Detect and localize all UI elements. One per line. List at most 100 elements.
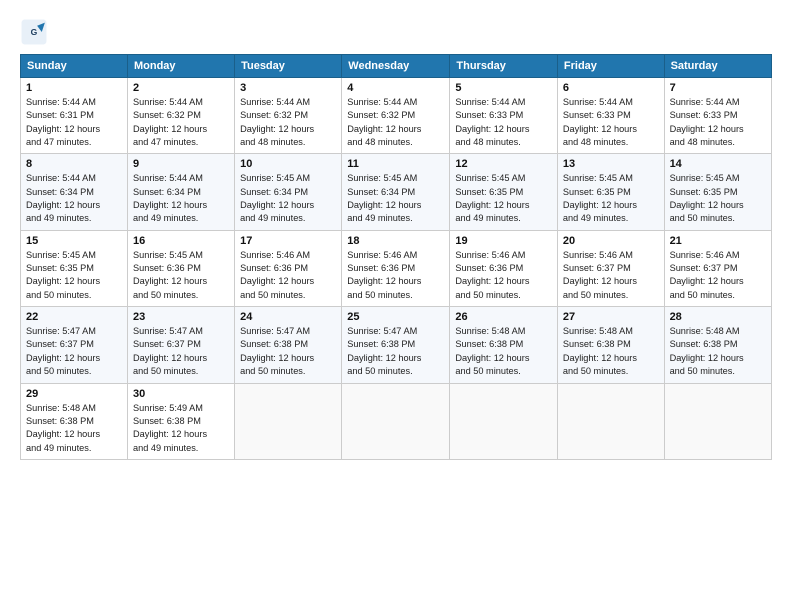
day-info: Sunrise: 5:45 AMSunset: 6:35 PMDaylight:… <box>670 173 744 223</box>
day-info: Sunrise: 5:44 AMSunset: 6:33 PMDaylight:… <box>670 97 744 147</box>
day-info: Sunrise: 5:48 AMSunset: 6:38 PMDaylight:… <box>455 326 529 376</box>
day-number: 18 <box>347 235 444 247</box>
calendar-cell: 4 Sunrise: 5:44 AMSunset: 6:32 PMDaylight… <box>342 78 450 154</box>
calendar-cell: 9 Sunrise: 5:44 AMSunset: 6:34 PMDaylight… <box>127 154 234 230</box>
day-number: 29 <box>26 388 122 400</box>
day-info: Sunrise: 5:45 AMSunset: 6:35 PMDaylight:… <box>563 173 637 223</box>
day-info: Sunrise: 5:44 AMSunset: 6:34 PMDaylight:… <box>133 173 207 223</box>
calendar: SundayMondayTuesdayWednesdayThursdayFrid… <box>20 54 772 460</box>
day-info: Sunrise: 5:44 AMSunset: 6:33 PMDaylight:… <box>455 97 529 147</box>
day-info: Sunrise: 5:47 AMSunset: 6:37 PMDaylight:… <box>133 326 207 376</box>
day-info: Sunrise: 5:44 AMSunset: 6:31 PMDaylight:… <box>26 97 100 147</box>
day-info: Sunrise: 5:49 AMSunset: 6:38 PMDaylight:… <box>133 403 207 453</box>
day-info: Sunrise: 5:45 AMSunset: 6:35 PMDaylight:… <box>26 250 100 300</box>
calendar-week-row: 29 Sunrise: 5:48 AMSunset: 6:38 PMDayligh… <box>21 383 772 459</box>
calendar-cell <box>342 383 450 459</box>
day-number: 20 <box>563 235 659 247</box>
calendar-cell: 19 Sunrise: 5:46 AMSunset: 6:36 PMDayligh… <box>450 230 558 306</box>
header: G <box>20 18 772 46</box>
calendar-week-row: 1 Sunrise: 5:44 AMSunset: 6:31 PMDaylight… <box>21 78 772 154</box>
calendar-cell: 30 Sunrise: 5:49 AMSunset: 6:38 PMDayligh… <box>127 383 234 459</box>
day-number: 4 <box>347 82 444 94</box>
day-number: 25 <box>347 311 444 323</box>
calendar-header-cell: Wednesday <box>342 55 450 78</box>
logo-icon: G <box>20 18 48 46</box>
day-number: 30 <box>133 388 229 400</box>
day-number: 9 <box>133 158 229 170</box>
calendar-cell: 5 Sunrise: 5:44 AMSunset: 6:33 PMDaylight… <box>450 78 558 154</box>
calendar-cell <box>235 383 342 459</box>
calendar-header-cell: Tuesday <box>235 55 342 78</box>
calendar-cell: 1 Sunrise: 5:44 AMSunset: 6:31 PMDaylight… <box>21 78 128 154</box>
calendar-cell: 29 Sunrise: 5:48 AMSunset: 6:38 PMDayligh… <box>21 383 128 459</box>
calendar-cell: 8Sunrise: 5:44 AMSunset: 6:34 PMDaylight… <box>21 154 128 230</box>
day-number: 27 <box>563 311 659 323</box>
day-number: 22 <box>26 311 122 323</box>
day-number: 26 <box>455 311 552 323</box>
day-info: Sunrise: 5:45 AMSunset: 6:35 PMDaylight:… <box>455 173 529 223</box>
day-number: 11 <box>347 158 444 170</box>
day-number: 21 <box>670 235 766 247</box>
day-info: Sunrise: 5:44 AMSunset: 6:32 PMDaylight:… <box>240 97 314 147</box>
calendar-header-cell: Monday <box>127 55 234 78</box>
calendar-header-cell: Saturday <box>664 55 771 78</box>
calendar-cell: 18 Sunrise: 5:46 AMSunset: 6:36 PMDayligh… <box>342 230 450 306</box>
day-number: 2 <box>133 82 229 94</box>
calendar-cell: 12 Sunrise: 5:45 AMSunset: 6:35 PMDayligh… <box>450 154 558 230</box>
day-number: 14 <box>670 158 766 170</box>
calendar-body: 1 Sunrise: 5:44 AMSunset: 6:31 PMDaylight… <box>21 78 772 460</box>
day-info: Sunrise: 5:47 AMSunset: 6:37 PMDaylight:… <box>26 326 100 376</box>
calendar-cell: 20 Sunrise: 5:46 AMSunset: 6:37 PMDayligh… <box>557 230 664 306</box>
calendar-cell: 15 Sunrise: 5:45 AMSunset: 6:35 PMDayligh… <box>21 230 128 306</box>
logo: G <box>20 18 52 46</box>
calendar-cell: 22 Sunrise: 5:47 AMSunset: 6:37 PMDayligh… <box>21 307 128 383</box>
calendar-header-row: SundayMondayTuesdayWednesdayThursdayFrid… <box>21 55 772 78</box>
calendar-header-cell: Friday <box>557 55 664 78</box>
calendar-header-cell: Sunday <box>21 55 128 78</box>
day-number: 5 <box>455 82 552 94</box>
day-number: 28 <box>670 311 766 323</box>
day-info: Sunrise: 5:45 AMSunset: 6:34 PMDaylight:… <box>240 173 314 223</box>
day-info: Sunrise: 5:48 AMSunset: 6:38 PMDaylight:… <box>26 403 100 453</box>
calendar-cell: 11Sunrise: 5:45 AMSunset: 6:34 PMDayligh… <box>342 154 450 230</box>
day-number: 13 <box>563 158 659 170</box>
day-number: 23 <box>133 311 229 323</box>
day-info: Sunrise: 5:47 AMSunset: 6:38 PMDaylight:… <box>347 326 421 376</box>
day-info: Sunrise: 5:44 AMSunset: 6:32 PMDaylight:… <box>133 97 207 147</box>
calendar-cell: 28 Sunrise: 5:48 AMSunset: 6:38 PMDayligh… <box>664 307 771 383</box>
calendar-week-row: 8Sunrise: 5:44 AMSunset: 6:34 PMDaylight… <box>21 154 772 230</box>
calendar-cell <box>664 383 771 459</box>
calendar-cell: 23 Sunrise: 5:47 AMSunset: 6:37 PMDayligh… <box>127 307 234 383</box>
day-number: 24 <box>240 311 336 323</box>
calendar-cell: 26 Sunrise: 5:48 AMSunset: 6:38 PMDayligh… <box>450 307 558 383</box>
calendar-cell: 24 Sunrise: 5:47 AMSunset: 6:38 PMDayligh… <box>235 307 342 383</box>
day-info: Sunrise: 5:46 AMSunset: 6:36 PMDaylight:… <box>455 250 529 300</box>
day-number: 10 <box>240 158 336 170</box>
calendar-cell: 25 Sunrise: 5:47 AMSunset: 6:38 PMDayligh… <box>342 307 450 383</box>
calendar-cell: 17Sunrise: 5:46 AMSunset: 6:36 PMDayligh… <box>235 230 342 306</box>
day-info: Sunrise: 5:46 AMSunset: 6:36 PMDaylight:… <box>347 250 421 300</box>
calendar-cell: 16Sunrise: 5:45 AMSunset: 6:36 PMDayligh… <box>127 230 234 306</box>
day-info: Sunrise: 5:48 AMSunset: 6:38 PMDaylight:… <box>670 326 744 376</box>
calendar-cell <box>450 383 558 459</box>
day-info: Sunrise: 5:47 AMSunset: 6:38 PMDaylight:… <box>240 326 314 376</box>
calendar-cell: 2 Sunrise: 5:44 AMSunset: 6:32 PMDaylight… <box>127 78 234 154</box>
calendar-cell: 3Sunrise: 5:44 AMSunset: 6:32 PMDaylight… <box>235 78 342 154</box>
day-number: 15 <box>26 235 122 247</box>
calendar-cell: 6Sunrise: 5:44 AMSunset: 6:33 PMDaylight… <box>557 78 664 154</box>
day-info: Sunrise: 5:44 AMSunset: 6:32 PMDaylight:… <box>347 97 421 147</box>
calendar-cell: 7 Sunrise: 5:44 AMSunset: 6:33 PMDaylight… <box>664 78 771 154</box>
day-info: Sunrise: 5:45 AMSunset: 6:36 PMDaylight:… <box>133 250 207 300</box>
calendar-cell: 13 Sunrise: 5:45 AMSunset: 6:35 PMDayligh… <box>557 154 664 230</box>
day-info: Sunrise: 5:46 AMSunset: 6:37 PMDaylight:… <box>563 250 637 300</box>
page: G SundayMondayTuesdayWednesdayThursdayFr… <box>0 0 792 612</box>
day-number: 6 <box>563 82 659 94</box>
day-number: 12 <box>455 158 552 170</box>
day-number: 19 <box>455 235 552 247</box>
calendar-cell <box>557 383 664 459</box>
day-info: Sunrise: 5:46 AMSunset: 6:37 PMDaylight:… <box>670 250 744 300</box>
day-number: 7 <box>670 82 766 94</box>
day-number: 1 <box>26 82 122 94</box>
day-info: Sunrise: 5:48 AMSunset: 6:38 PMDaylight:… <box>563 326 637 376</box>
day-info: Sunrise: 5:44 AMSunset: 6:34 PMDaylight:… <box>26 173 100 223</box>
